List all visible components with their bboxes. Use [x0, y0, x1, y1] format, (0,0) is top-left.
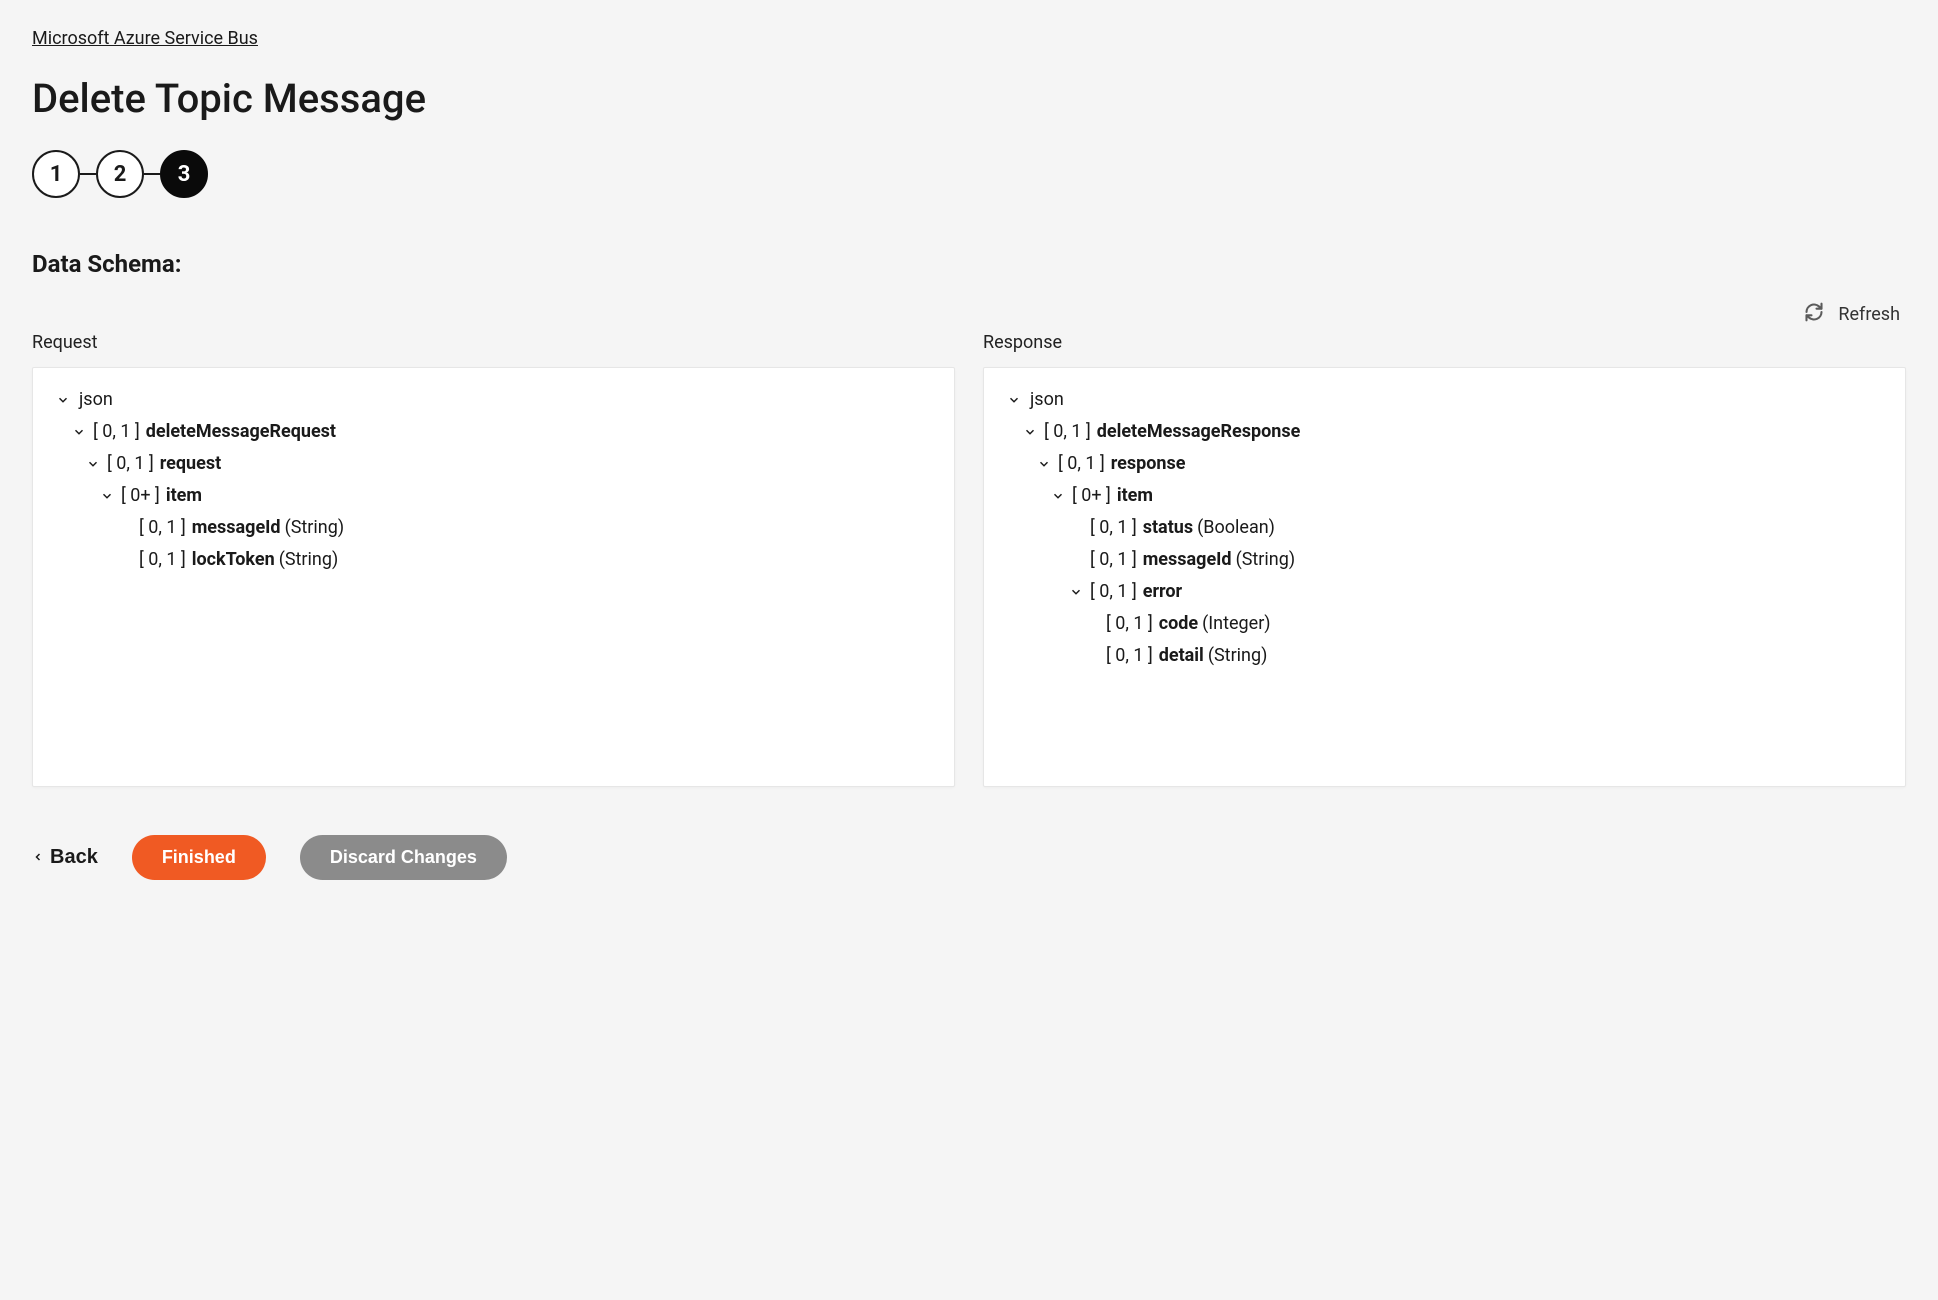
step-3[interactable]: 3: [160, 150, 208, 198]
tree-node-occur: [ 0, 1 ]: [139, 544, 186, 576]
schema-panel-response: json [ 0, 1 ] deleteMessageResponse [ 0,…: [983, 367, 1906, 787]
tree-row-json[interactable]: json: [53, 384, 934, 416]
step-connector: [144, 173, 160, 175]
tree-node-occur: [ 0+ ]: [121, 480, 160, 512]
chevron-down-icon[interactable]: [1020, 425, 1040, 439]
tree-node-name: request: [160, 448, 221, 480]
tree-node-label: json: [1030, 384, 1064, 416]
tree-node-occur: [ 0, 1 ]: [1090, 544, 1137, 576]
tree-node-occur: [ 0+ ]: [1072, 480, 1111, 512]
tree-row-messageid[interactable]: [ 0, 1 ] messageId (String): [1004, 544, 1885, 576]
page-title: Delete Topic Message: [32, 75, 1906, 122]
tree-node-type: (Integer): [1202, 608, 1270, 640]
footer-buttons: Back Finished Discard Changes: [32, 835, 1906, 880]
tree-node-name: messageId: [1143, 544, 1232, 576]
step-connector: [80, 173, 96, 175]
tree-node-occur: [ 0, 1 ]: [1090, 576, 1137, 608]
chevron-down-icon[interactable]: [1048, 489, 1068, 503]
tree-node-occur: [ 0, 1 ]: [139, 512, 186, 544]
tree-node-type: (String): [279, 544, 339, 576]
tree-node-occur: [ 0, 1 ]: [1090, 512, 1137, 544]
tree-node-type: (Boolean): [1197, 512, 1275, 544]
schema-column-request: Request json [ 0, 1 ] deleteMessageReque…: [32, 332, 955, 787]
chevron-down-icon[interactable]: [97, 489, 117, 503]
tree-node-name: status: [1143, 512, 1193, 544]
chevron-down-icon[interactable]: [1066, 585, 1086, 599]
tree-node-occur: [ 0, 1 ]: [1058, 448, 1105, 480]
tree-row-status[interactable]: [ 0, 1 ] status (Boolean): [1004, 512, 1885, 544]
tree-node-occur: [ 0, 1 ]: [93, 416, 140, 448]
schema-columns: Request json [ 0, 1 ] deleteMessageReque…: [32, 332, 1906, 787]
column-header-request: Request: [32, 332, 955, 353]
schema-panel-request: json [ 0, 1 ] deleteMessageRequest [ 0, …: [32, 367, 955, 787]
discard-changes-button[interactable]: Discard Changes: [300, 835, 507, 880]
tree-row-item[interactable]: [ 0+ ] item: [1004, 480, 1885, 512]
refresh-icon: [1804, 302, 1824, 326]
tree-node-name: error: [1143, 576, 1182, 608]
tree-row-json[interactable]: json: [1004, 384, 1885, 416]
finished-button[interactable]: Finished: [132, 835, 266, 880]
chevron-down-icon[interactable]: [69, 425, 89, 439]
refresh-label: Refresh: [1838, 304, 1900, 325]
tree-node-name: response: [1111, 448, 1186, 480]
tree-node-type: (String): [1236, 544, 1296, 576]
tree-row-messageid[interactable]: [ 0, 1 ] messageId (String): [53, 512, 934, 544]
tree-row-error[interactable]: [ 0, 1 ] error: [1004, 576, 1885, 608]
tree-node-occur: [ 0, 1 ]: [107, 448, 154, 480]
chevron-down-icon[interactable]: [1034, 457, 1054, 471]
tree-node-name: code: [1159, 608, 1198, 640]
tree-node-name: item: [166, 480, 202, 512]
tree-node-name: deleteMessageRequest: [146, 416, 336, 448]
tree-node-occur: [ 0, 1 ]: [1106, 608, 1153, 640]
step-2[interactable]: 2: [96, 150, 144, 198]
tree-row-locktoken[interactable]: [ 0, 1 ] lockToken (String): [53, 544, 934, 576]
tree-node-type: (String): [1208, 640, 1268, 672]
step-1[interactable]: 1: [32, 150, 80, 198]
tree-node-name: item: [1117, 480, 1153, 512]
tree-row-request[interactable]: [ 0, 1 ] request: [53, 448, 934, 480]
tree-node-name: deleteMessageResponse: [1097, 416, 1301, 448]
tree-row-code[interactable]: [ 0, 1 ] code (Integer): [1004, 608, 1885, 640]
tree-node-label: json: [79, 384, 113, 416]
tree-node-name: detail: [1159, 640, 1204, 672]
stepper: 1 2 3: [32, 150, 1906, 198]
back-button-label: Back: [50, 846, 98, 869]
tree-node-name: lockToken: [192, 544, 275, 576]
tree-row-deletemessagerequest[interactable]: [ 0, 1 ] deleteMessageRequest: [53, 416, 934, 448]
tree-row-detail[interactable]: [ 0, 1 ] detail (String): [1004, 640, 1885, 672]
chevron-down-icon[interactable]: [53, 393, 73, 407]
tree-row-item[interactable]: [ 0+ ] item: [53, 480, 934, 512]
back-button[interactable]: Back: [32, 838, 98, 877]
chevron-down-icon[interactable]: [83, 457, 103, 471]
schema-column-response: Response json [ 0, 1 ] deleteMessageResp…: [983, 332, 1906, 787]
chevron-left-icon: [32, 846, 44, 869]
tree-row-response[interactable]: [ 0, 1 ] response: [1004, 448, 1885, 480]
chevron-down-icon[interactable]: [1004, 393, 1024, 407]
breadcrumb-link[interactable]: Microsoft Azure Service Bus: [32, 28, 258, 49]
tree-row-deletemessageresponse[interactable]: [ 0, 1 ] deleteMessageResponse: [1004, 416, 1885, 448]
tree-node-name: messageId: [192, 512, 281, 544]
section-title: Data Schema:: [32, 250, 1906, 278]
tree-node-occur: [ 0, 1 ]: [1106, 640, 1153, 672]
tree-node-type: (String): [285, 512, 345, 544]
column-header-response: Response: [983, 332, 1906, 353]
refresh-button[interactable]: Refresh: [32, 302, 1906, 326]
tree-node-occur: [ 0, 1 ]: [1044, 416, 1091, 448]
